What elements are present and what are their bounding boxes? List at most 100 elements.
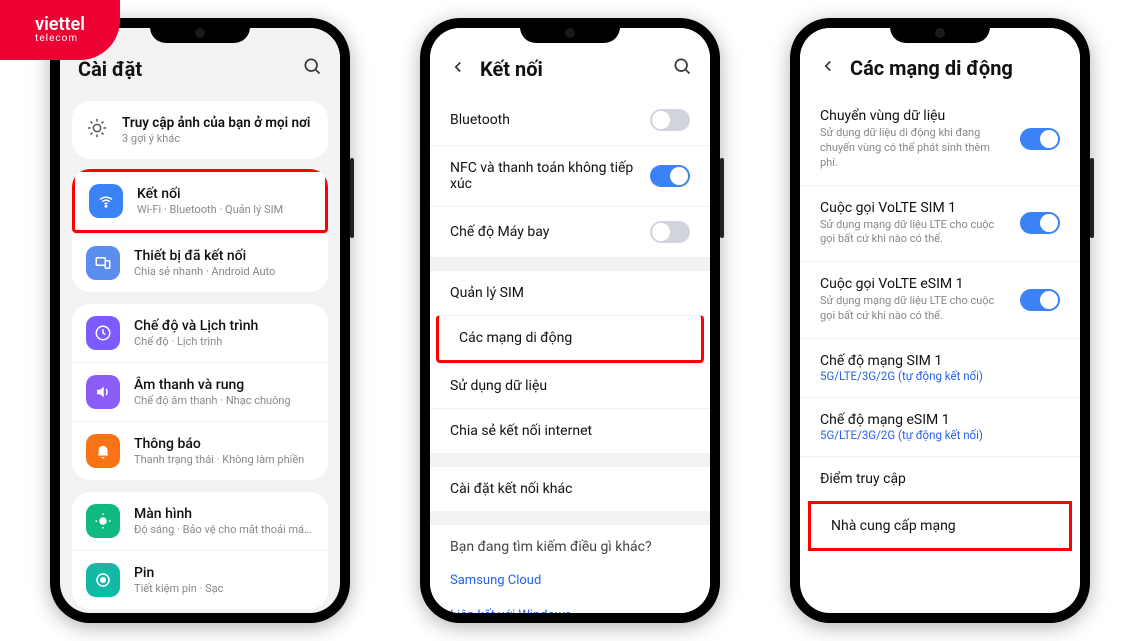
viettel-logo: viettel telecom — [0, 0, 120, 60]
row-title: Kết nối — [137, 186, 311, 202]
page-title: Cài đặt — [78, 57, 290, 81]
tip-sub: 3 gợi ý khác — [122, 132, 310, 145]
settings-row[interactable]: Âm thanh và rungChế độ âm thanh · Nhạc c… — [72, 362, 328, 421]
list-item[interactable]: Điểm truy cập — [800, 456, 1080, 501]
toggle-switch[interactable] — [650, 109, 690, 131]
item-sub: Sử dụng mạng dữ liệu LTE cho cuộc gọi bấ… — [820, 294, 1008, 324]
search-icon[interactable] — [302, 56, 322, 81]
item-sub: Sử dụng mạng dữ liệu LTE cho cuộc gọi bấ… — [820, 218, 1008, 248]
tip-card[interactable]: Truy cập ảnh của bạn ở mọi nơi 3 gợi ý k… — [72, 101, 328, 159]
page-title: Các mạng di động — [850, 56, 1062, 80]
item-sub: 5G/LTE/3G/2G (tự động kết nối) — [820, 369, 1060, 383]
clock-icon — [86, 316, 120, 350]
list-item[interactable]: Các mạng di động — [436, 315, 704, 363]
row-sub: Chế độ · Lịch trình — [134, 335, 314, 348]
row-title: Thiết bị đã kết nối — [134, 248, 314, 264]
item-title: Chế độ Máy bay — [450, 224, 638, 240]
row-sub: Wi-Fi · Bluetooth · Quản lý SIM — [137, 203, 311, 216]
row-sub: Chế độ âm thanh · Nhạc chuông — [134, 394, 314, 407]
list-item[interactable]: Chia sẻ kết nối internet — [430, 408, 710, 453]
list-item[interactable]: Chế độ mạng eSIM 15G/LTE/3G/2G (tự động … — [800, 397, 1080, 456]
phone-notch — [520, 18, 620, 43]
item-title: NFC và thanh toán không tiếp xúc — [450, 160, 638, 192]
settings-row[interactable]: PinTiết kiệm pin · Sạc — [72, 550, 328, 609]
list-item[interactable]: Bluetooth — [430, 95, 710, 145]
footer-title: Bạn đang tìm kiếm điều gì khác? — [430, 525, 710, 563]
footer-link[interactable]: Liên kết với Windows — [430, 598, 710, 613]
item-sub: Sử dụng dữ liệu di động khi đang chuyển … — [820, 126, 1008, 171]
footer-block: Bạn đang tìm kiếm điều gì khác?Samsung C… — [430, 525, 710, 613]
phone-settings: Cài đặt Truy cập ảnh của bạn ở mọi nơi 3… — [50, 18, 350, 623]
toggle-switch[interactable] — [650, 221, 690, 243]
footer-link[interactable]: Samsung Cloud — [430, 563, 710, 598]
list-item[interactable]: Cài đặt kết nối khác — [430, 467, 710, 511]
toggle-switch[interactable] — [650, 165, 690, 187]
list-block: Cài đặt kết nối khác — [430, 467, 710, 511]
settings-group: Màn hìnhĐộ sáng · Bảo vệ cho mắt thoải m… — [72, 492, 328, 609]
screen-settings: Cài đặt Truy cập ảnh của bạn ở mọi nơi 3… — [60, 28, 340, 613]
row-sub: Tiết kiệm pin · Sạc — [134, 582, 314, 595]
settings-group: Kết nốiWi-Fi · Bluetooth · Quản lý SIMTh… — [72, 169, 328, 292]
item-title: Chuyển vùng dữ liệu — [820, 108, 1008, 124]
phone-connections: Kết nối BluetoothNFC và thanh toán không… — [420, 18, 720, 623]
list-block: Quản lý SIM Các mạng di động Sử dụng dữ li… — [430, 271, 710, 453]
toggle-switch[interactable] — [1020, 128, 1060, 150]
item-sub: 5G/LTE/3G/2G (tự động kết nối) — [820, 428, 1060, 442]
settings-row[interactable]: Chế độ và Lịch trìnhChế độ · Lịch trình — [72, 304, 328, 362]
list-item[interactable]: NFC và thanh toán không tiếp xúc — [430, 145, 710, 206]
row-title: Âm thanh và rung — [134, 377, 314, 393]
toggle-switch[interactable] — [1020, 212, 1060, 234]
row-sub: Chia sẻ nhanh · Android Auto — [134, 265, 314, 278]
item-title: Cuộc gọi VoLTE SIM 1 — [820, 200, 1008, 216]
wifi-icon — [89, 184, 123, 218]
settings-row[interactable]: Thông báoThanh trạng thái · Không làm ph… — [72, 421, 328, 480]
logo-brand: viettel — [35, 14, 85, 35]
row-sub: Thanh trạng thái · Không làm phiền — [134, 453, 314, 466]
phone-notch — [150, 18, 250, 43]
logo-sub: telecom — [35, 34, 85, 44]
highlighted-item: Nhà cung cấp mạng — [808, 501, 1072, 551]
bell-icon — [86, 434, 120, 468]
tip-title: Truy cập ảnh của bạn ở mọi nơi — [122, 115, 310, 131]
row-title: Pin — [134, 565, 314, 581]
list-item[interactable]: Quản lý SIM — [430, 271, 710, 315]
list-block: Bluetooth NFC và thanh toán không tiếp xú… — [430, 95, 710, 257]
item-title: Chế độ mạng SIM 1 — [820, 353, 1060, 369]
back-icon[interactable] — [448, 57, 468, 81]
row-title: Thông báo — [134, 436, 314, 452]
item-title: Chia sẻ kết nối internet — [450, 423, 690, 439]
settings-row[interactable]: Màn hìnhĐộ sáng · Bảo vệ cho mắt thoải m… — [72, 492, 328, 550]
toggle-switch[interactable] — [1020, 289, 1060, 311]
settings-row[interactable]: Kết nốiWi-Fi · Bluetooth · Quản lý SIM — [72, 169, 328, 233]
settings-row[interactable]: Thiết bị đã kết nốiChia sẻ nhanh · Andro… — [72, 233, 328, 292]
screen-mobile-networks: Các mạng di động Chuyển vùng dữ liệu Sử d… — [800, 28, 1080, 613]
list-item[interactable]: Sử dụng dữ liệu — [430, 363, 710, 408]
list-item[interactable]: Chế độ Máy bay — [430, 206, 710, 257]
list-item[interactable]: Cuộc gọi VoLTE eSIM 1 Sử dụng mạng dữ liệ… — [800, 261, 1080, 338]
item-title: Chế độ mạng eSIM 1 — [820, 412, 1060, 428]
row-title: Chế độ và Lịch trình — [134, 318, 314, 334]
battery-icon — [86, 563, 120, 597]
back-icon[interactable] — [818, 56, 838, 80]
phone-mobile-networks: Các mạng di động Chuyển vùng dữ liệu Sử d… — [790, 18, 1090, 623]
phone-notch — [890, 18, 990, 43]
item-title: Quản lý SIM — [450, 285, 690, 301]
item-title: Các mạng di động — [459, 330, 681, 346]
sound-icon — [86, 375, 120, 409]
item-title: Điểm truy cập — [820, 471, 1060, 487]
row-sub: Độ sáng · Bảo vệ cho mắt thoải mái · Tha… — [134, 523, 314, 536]
devices-icon — [86, 246, 120, 280]
row-title: Màn hình — [134, 506, 314, 522]
list-item[interactable]: Chuyển vùng dữ liệu Sử dụng dữ liệu di độ… — [800, 94, 1080, 185]
tip-icon — [86, 117, 108, 143]
item-title: Nhà cung cấp mạng — [831, 518, 1049, 534]
item-title: Cài đặt kết nối khác — [450, 481, 690, 497]
display-icon — [86, 504, 120, 538]
item-title: Cuộc gọi VoLTE eSIM 1 — [820, 276, 1008, 292]
list-item[interactable]: Cuộc gọi VoLTE SIM 1 Sử dụng mạng dữ liệu… — [800, 185, 1080, 262]
item-title: Sử dụng dữ liệu — [450, 378, 690, 394]
search-icon[interactable] — [672, 56, 692, 81]
list-item[interactable]: Nhà cung cấp mạng — [811, 504, 1069, 548]
item-title: Bluetooth — [450, 112, 638, 128]
list-item[interactable]: Chế độ mạng SIM 15G/LTE/3G/2G (tự động k… — [800, 338, 1080, 397]
